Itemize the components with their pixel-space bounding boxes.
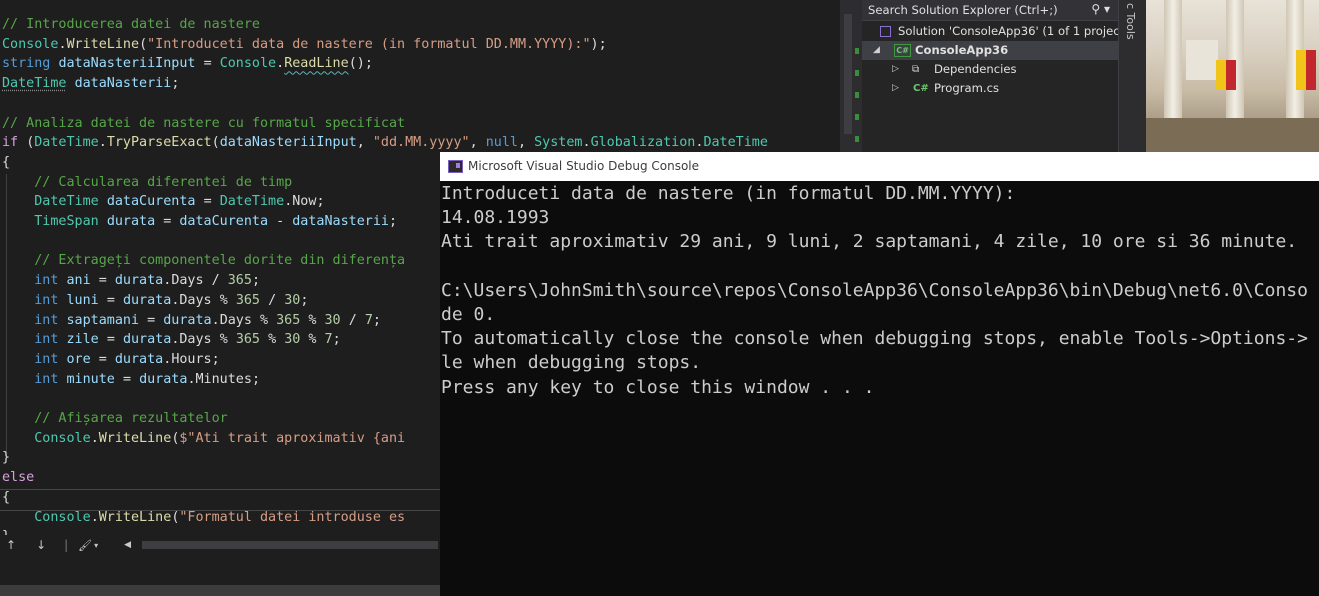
code-line[interactable]: int zile = durata.Days % 365 % 30 % 7; xyxy=(2,330,340,350)
code-line[interactable]: int ani = durata.Days / 365; xyxy=(2,271,260,291)
dependencies-icon: ⧉ xyxy=(912,64,920,75)
change-marker xyxy=(855,48,859,54)
code-line[interactable]: } xyxy=(2,448,10,468)
vertical-scrollbar[interactable] xyxy=(840,0,862,152)
code-line[interactable]: int saptamani = durata.Days % 365 % 30 /… xyxy=(2,311,381,331)
code-line[interactable]: // Introducerea datei de nastere xyxy=(2,15,260,35)
chevron-down-icon[interactable]: ▾ xyxy=(94,541,98,550)
console-title: Microsoft Visual Studio Debug Console xyxy=(468,159,700,173)
dependencies-label: Dependencies xyxy=(934,62,1017,76)
code-line[interactable]: // Extrageți componentele dorite din dif… xyxy=(2,251,405,271)
tree-item-solution[interactable]: Solution 'ConsoleApp36' (1 of 1 project) xyxy=(862,22,1129,41)
debug-console-window[interactable]: Microsoft Visual Studio Debug Console In… xyxy=(440,152,1319,596)
code-line[interactable]: int luni = durata.Days % 365 / 30; xyxy=(2,291,308,311)
console-title-bar[interactable]: Microsoft Visual Studio Debug Console xyxy=(440,152,1319,181)
code-line[interactable]: // Afișarea rezultatelor xyxy=(2,409,228,429)
code-line[interactable]: string dataNasteriiInput = Console.ReadL… xyxy=(2,54,373,74)
collapsed-arrow-icon[interactable]: ▷ xyxy=(892,79,899,98)
csharp-file-icon: C# xyxy=(913,83,929,94)
change-marker xyxy=(855,136,859,142)
code-cleanup-icon[interactable]: 🖌 xyxy=(78,539,92,552)
program-label: Program.cs xyxy=(934,81,1000,95)
code-line[interactable]: Console.WriteLine("Introduceti data de n… xyxy=(2,35,607,55)
console-line: C:\Users\JohnSmith\source\repos\ConsoleA… xyxy=(441,279,1308,301)
collapsed-arrow-icon[interactable]: ▷ xyxy=(892,60,899,79)
project-label: ConsoleApp36 xyxy=(915,43,1009,57)
building-window xyxy=(1186,40,1218,80)
code-line[interactable]: TimeSpan durata = dataCurenta - dataNast… xyxy=(2,212,397,232)
code-line[interactable]: // Calcularea diferentei de timp xyxy=(2,173,292,193)
building-base xyxy=(1146,118,1319,152)
scroll-left-icon[interactable]: ◀ xyxy=(124,540,131,550)
side-tab-label: c Tools xyxy=(1124,3,1137,40)
code-line[interactable]: { xyxy=(2,488,10,508)
code-line[interactable]: Console.WriteLine($"Ati trait aproximati… xyxy=(2,429,405,449)
code-line[interactable]: { xyxy=(2,153,10,173)
flag-stripe-red xyxy=(1226,60,1236,90)
desktop-background-image xyxy=(1146,0,1319,152)
csharp-project-icon: C# xyxy=(894,44,911,57)
code-line[interactable]: DateTime dataNasterii; xyxy=(2,74,179,94)
console-line: Introduceti data de nastere (in formatul… xyxy=(441,183,1016,204)
solution-search-box[interactable]: Search Solution Explorer (Ctrl+;) ⚲ ▾ xyxy=(862,0,1118,21)
console-output[interactable]: Introduceti data de nastere (in formatul… xyxy=(441,181,1319,596)
console-line: de 0. xyxy=(441,304,496,325)
navigate-up-icon[interactable]: ↑ xyxy=(6,538,16,552)
change-marker xyxy=(855,114,859,120)
toolbar-separator: | xyxy=(64,538,69,552)
change-marker xyxy=(855,70,859,76)
horizontal-scrollbar[interactable] xyxy=(142,541,438,549)
flag-stripe-yellow xyxy=(1296,50,1306,90)
tree-item-dependencies[interactable]: ▷ ⧉ Dependencies xyxy=(862,60,1118,79)
tree-item-project[interactable]: ◢ C# ConsoleApp36 xyxy=(862,41,1118,60)
visual-studio-console-icon xyxy=(448,160,463,173)
change-marker xyxy=(855,92,859,98)
code-line[interactable]: DateTime dataCurenta = DateTime.Now; xyxy=(2,192,324,212)
code-line[interactable]: int minute = durata.Minutes; xyxy=(2,370,260,390)
console-line: To automatically close the console when … xyxy=(441,328,1308,350)
flag-stripe-red xyxy=(1306,50,1316,90)
search-placeholder[interactable]: Search Solution Explorer (Ctrl+;) xyxy=(868,3,1058,17)
console-line: 14.08.1993 xyxy=(441,207,550,229)
code-line[interactable]: else xyxy=(2,468,34,488)
solution-icon xyxy=(880,26,891,37)
expanded-arrow-icon[interactable]: ◢ xyxy=(873,41,880,60)
solution-label: Solution 'ConsoleApp36' (1 of 1 project) xyxy=(898,24,1129,38)
search-icon[interactable]: ⚲ ▾ xyxy=(1091,2,1110,16)
side-tool-tab[interactable]: c Tools xyxy=(1118,0,1147,152)
code-line[interactable]: // Analiza datei de nastere cu formatul … xyxy=(2,114,405,134)
editor-bottom-strip xyxy=(0,585,440,596)
console-line: Press any key to close this window . . . xyxy=(441,376,875,398)
console-line: le when debugging stops. xyxy=(441,352,702,374)
tree-item-program[interactable]: ▷ C# Program.cs xyxy=(862,79,1118,98)
code-line[interactable]: int ore = durata.Hours; xyxy=(2,350,219,370)
solution-explorer: Search Solution Explorer (Ctrl+;) ⚲ ▾ So… xyxy=(862,0,1129,152)
code-line[interactable]: Console.WriteLine("Formatul datei introd… xyxy=(2,508,405,528)
navigate-down-icon[interactable]: ↓ xyxy=(36,538,46,552)
flag-stripe-yellow xyxy=(1216,60,1226,90)
console-line: Ati trait aproximativ 29 ani, 9 luni, 2 … xyxy=(441,231,1298,253)
scrollbar-thumb[interactable] xyxy=(844,14,852,134)
code-line[interactable]: if (DateTime.TryParseExact(dataNasteriiI… xyxy=(2,133,768,153)
